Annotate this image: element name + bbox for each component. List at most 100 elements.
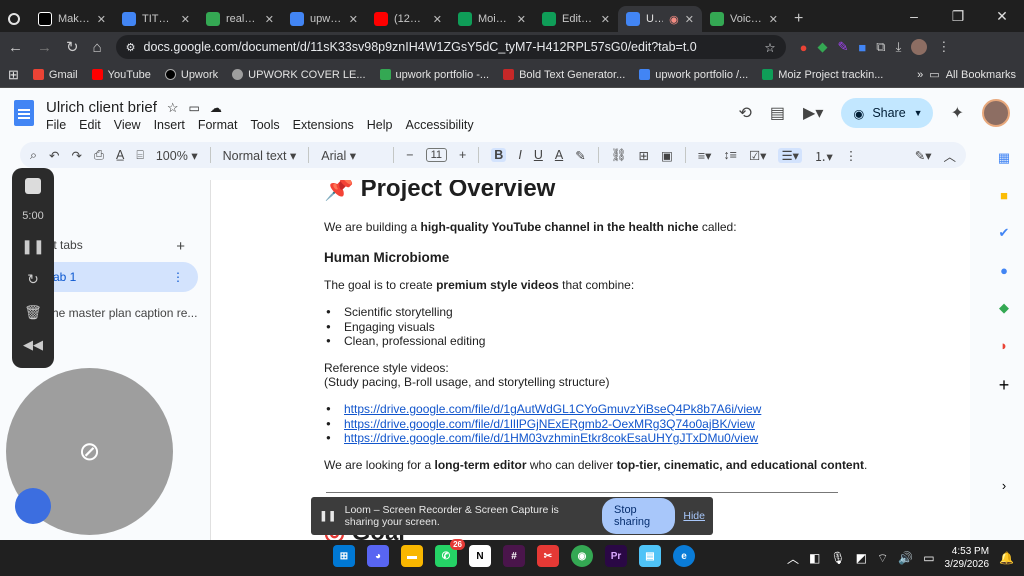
menu-edit[interactable]: Edit <box>79 118 101 132</box>
menu-insert[interactable]: Insert <box>154 118 185 132</box>
close-icon[interactable]: ✕ <box>349 13 358 26</box>
add-addon-icon[interactable]: + <box>999 375 1010 396</box>
paint-format-icon[interactable]: ⌸ <box>136 148 144 163</box>
avatar[interactable] <box>982 99 1010 127</box>
chevron-up-icon[interactable]: ︿ <box>787 550 799 567</box>
insert-image-icon[interactable]: ▣ <box>661 148 673 163</box>
screen-capture-icon[interactable]: ✂ <box>537 545 559 567</box>
text-color-icon[interactable]: A <box>555 148 563 162</box>
line-spacing-icon[interactable]: ↕≡ <box>723 148 737 162</box>
comments-icon[interactable]: ▤ <box>770 103 785 123</box>
move-folder-icon[interactable]: ▭ <box>189 101 200 115</box>
star-icon[interactable]: ☆ <box>167 100 179 116</box>
outline-heading[interactable]: he master plan caption re... <box>52 306 197 320</box>
notion-icon[interactable]: N <box>469 545 491 567</box>
gemini-icon[interactable]: ✦ <box>951 103 964 123</box>
add-comment-icon[interactable]: ⊞ <box>639 148 649 163</box>
tab-4[interactable]: upwork p✕ <box>282 6 366 32</box>
notepad-icon[interactable]: ▤ <box>639 545 661 567</box>
document-page[interactable]: 📌 Project Overview We are building a hig… <box>210 180 970 540</box>
chevron-right-icon[interactable]: » <box>917 69 923 81</box>
menu-view[interactable]: View <box>114 118 141 132</box>
minimize-icon[interactable]: – <box>892 8 936 25</box>
chevron-down-icon[interactable]: ▼ <box>914 108 923 118</box>
forward-icon[interactable]: → <box>37 39 52 56</box>
volume-icon[interactable]: 🔊 <box>898 551 913 565</box>
font-size-input[interactable]: 11 <box>425 148 447 162</box>
reload-icon[interactable]: ↻ <box>66 38 79 56</box>
calendar-icon[interactable]: ▦ <box>998 150 1010 166</box>
tab-6[interactable]: Moiz Pro✕ <box>450 6 534 32</box>
close-icon[interactable]: ✕ <box>181 13 190 26</box>
close-icon[interactable]: ✕ <box>601 13 610 26</box>
increase-size-icon[interactable]: + <box>459 148 466 162</box>
print-icon[interactable]: ⎙ <box>94 148 104 163</box>
drag-handle-icon[interactable]: ❚❚ <box>319 510 337 522</box>
meet-icon[interactable]: ▶▾ <box>803 103 823 123</box>
whatsapp-icon[interactable]: ✆ 26 <box>435 539 465 567</box>
apps-grid-icon[interactable]: ⊞ <box>8 67 19 83</box>
reference-link[interactable]: https://drive.google.com/file/d/1lIlPGjN… <box>344 417 755 431</box>
more-icon[interactable]: ⋮ <box>845 148 858 163</box>
bookmark-portfolio-drive[interactable]: upwork portfolio -... <box>379 69 489 81</box>
font-select[interactable]: Arial ▾ <box>321 148 381 163</box>
premiere-icon[interactable]: Pr <box>605 545 627 567</box>
share-button[interactable]: ◉ Share ▼ <box>841 98 933 128</box>
tab-9[interactable]: VoiceOv✕ <box>702 6 786 32</box>
camera-off-icon[interactable]: ⊘ <box>79 436 101 467</box>
stop-sharing-button[interactable]: Stop sharing <box>602 498 676 534</box>
redo-icon[interactable]: ↷ <box>72 148 82 163</box>
close-icon[interactable]: ✕ <box>685 13 694 26</box>
history-icon[interactable]: ⟲ <box>739 103 752 123</box>
home-icon[interactable]: ⌂ <box>93 39 102 56</box>
trash-icon[interactable]: 🗑 <box>24 304 42 321</box>
close-window-icon[interactable]: ✕ <box>980 8 1024 25</box>
bold-icon[interactable]: B <box>491 148 507 162</box>
clock[interactable]: 4:53 PM 3/29/2026 <box>945 545 990 571</box>
tasks-icon[interactable]: ✔ <box>999 225 1010 241</box>
download-icon[interactable]: ⤓ <box>896 39 902 55</box>
pause-icon[interactable]: ❚❚ <box>21 238 44 255</box>
extension-icon[interactable]: ◆ <box>818 39 828 55</box>
highlight-icon[interactable]: ✎ <box>575 148 585 163</box>
extensions-puzzle-icon[interactable]: ⧉ <box>876 39 885 55</box>
tab-1[interactable]: Make $1✕ <box>30 6 114 32</box>
reference-link[interactable]: https://drive.google.com/file/d/1HM03vzh… <box>344 431 758 445</box>
tab-item-1[interactable]: ab 1 ⋮ <box>35 262 198 292</box>
all-bookmarks[interactable]: » ▭ All Bookmarks <box>917 68 1016 82</box>
discord-icon[interactable]: ◕ <box>367 545 389 567</box>
contacts-icon[interactable]: ● <box>1000 263 1008 278</box>
decrease-size-icon[interactable]: − <box>406 148 413 162</box>
chevron-right-icon[interactable]: › <box>1002 478 1006 493</box>
numbered-list-icon[interactable]: ⒈▾ <box>814 146 833 165</box>
close-icon[interactable]: ✕ <box>517 13 526 26</box>
menu-format[interactable]: Format <box>198 118 238 132</box>
menu-file[interactable]: File <box>46 118 66 132</box>
link-icon[interactable]: ⛓ <box>611 148 627 163</box>
align-icon[interactable]: ≡▾ <box>698 148 712 163</box>
slack-icon[interactable]: # <box>503 545 525 567</box>
restart-icon[interactable]: ↻ <box>27 271 39 288</box>
extension-icon[interactable]: ✎ <box>838 39 849 55</box>
menu-extensions[interactable]: Extensions <box>293 118 354 132</box>
italic-icon[interactable]: I <box>518 148 521 162</box>
profile-avatar[interactable] <box>911 39 928 55</box>
url-field[interactable]: ⚙ docs.google.com/document/d/11sK33sv98p… <box>115 35 786 59</box>
tab-8-active[interactable]: Ulrich◉✕ <box>618 6 702 32</box>
chrome-icon[interactable]: ◉ <box>571 545 593 567</box>
extension-icon[interactable]: ◗ <box>1000 338 1008 353</box>
extension-icon[interactable]: ■ <box>858 40 866 55</box>
loom-launcher[interactable] <box>15 488 51 524</box>
bulleted-list-icon[interactable]: ☰▾ <box>778 147 802 163</box>
bookmark-moiz-tracker[interactable]: Moiz Project trackin... <box>762 69 883 81</box>
hide-button[interactable]: Hide <box>683 510 705 522</box>
undo-icon[interactable]: ↶ <box>49 148 59 163</box>
microphone-icon[interactable]: 🎙 <box>830 551 845 565</box>
menu-accessibility[interactable]: Accessibility <box>406 118 474 132</box>
collapse-icon[interactable]: ︿ <box>943 146 956 165</box>
menu-tools[interactable]: Tools <box>250 118 279 132</box>
more-icon[interactable]: ⋮ <box>172 270 184 284</box>
spellcheck-icon[interactable]: A̲ <box>116 148 124 162</box>
tab-0[interactable] <box>0 6 30 32</box>
file-explorer-icon[interactable]: ▬ <box>401 545 423 567</box>
